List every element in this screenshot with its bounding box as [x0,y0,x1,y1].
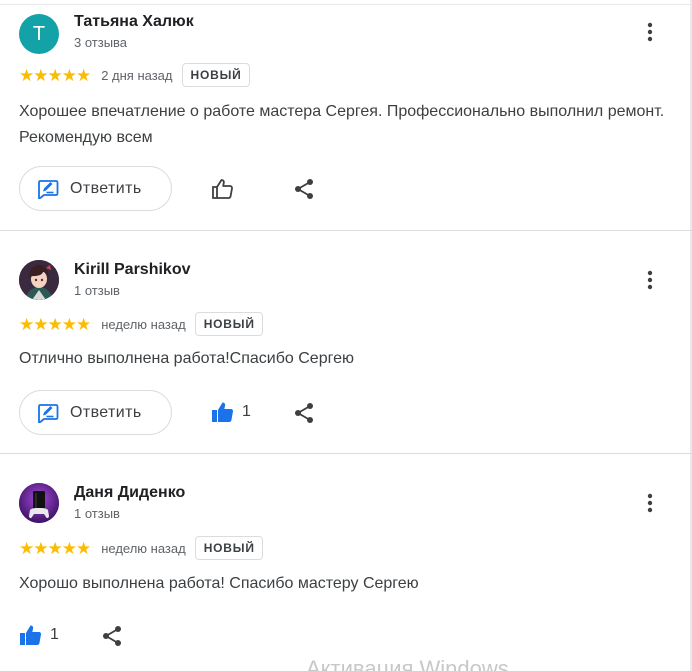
thumb-up-filled-icon [20,625,42,646]
rating-row: ★★★★★ неделю назад НОВЫЙ [19,535,263,561]
new-badge: НОВЫЙ [181,63,250,87]
reviewer-review-count: 1 отзыв [74,506,120,521]
review-date: 2 дня назад [101,67,173,83]
share-button[interactable] [292,401,316,425]
reply-label: Ответить [70,179,142,197]
review-card: Даня Диденко 1 отзыв ★★★★★ неделю назад … [0,454,692,671]
share-icon [295,179,313,199]
avatar[interactable]: Т [19,14,59,54]
share-icon [103,626,121,646]
reviews-page: Т Татьяна Халюк 3 отзыва ★★★★★ 2 дня наз… [0,0,692,671]
reviewer-review-count: 3 отзыва [74,35,128,50]
rating-row: ★★★★★ 2 дня назад НОВЫЙ [19,62,250,88]
avatar-letter: Т [32,22,46,45]
like-button[interactable]: 1 [211,398,251,426]
like-button[interactable] [211,175,242,203]
share-button[interactable] [292,177,316,201]
rating-row: ★★★★★ неделю назад НОВЫЙ [19,311,263,337]
thumb-up-outline-icon [212,179,233,199]
reply-label: Ответить [70,403,142,421]
review-card: Т Татьяна Халюк 3 отзыва ★★★★★ 2 дня наз… [0,0,692,230]
more-options-button[interactable] [638,20,662,44]
reply-button[interactable]: Ответить [19,390,172,435]
thumb-up-filled-icon [212,402,234,423]
reviewer-name[interactable]: Даня Диденко [74,484,185,502]
more-vert-icon [647,493,653,513]
star-rating: ★★★★★ [19,65,91,85]
more-options-button[interactable] [638,491,662,515]
review-date: неделю назад [101,540,186,556]
reply-icon [36,177,60,201]
share-button[interactable] [100,624,124,648]
review-card: Kirill Parshikov 1 отзыв ★★★★★ неделю на… [0,231,692,454]
anime-avatar-icon [19,260,59,300]
review-text: Хорошо выполнена работа! Спасибо мастеру… [19,575,419,592]
like-count: 1 [242,403,251,420]
like-count: 1 [50,626,59,643]
more-vert-icon [647,270,653,290]
new-badge: НОВЫЙ [194,536,263,560]
avatar[interactable] [19,483,59,523]
reviewer-name[interactable]: Kirill Parshikov [74,261,191,279]
activation-watermark: Активация Windows [306,656,509,671]
reply-button[interactable]: Ответить [19,166,172,211]
more-options-button[interactable] [638,268,662,292]
review-text: Отлично выполнена работа!Спасибо Сергею [19,350,354,367]
new-badge: НОВЫЙ [194,312,263,336]
reply-icon [36,401,60,425]
reviewer-review-count: 1 отзыв [74,283,120,298]
review-text: Хорошее впечатление о работе мастера Сер… [19,103,665,146]
star-rating: ★★★★★ [19,538,91,558]
console-avatar-icon [19,483,59,523]
avatar[interactable] [19,260,59,300]
more-vert-icon [647,22,653,42]
star-rating: ★★★★★ [19,314,91,334]
reviewer-name[interactable]: Татьяна Халюк [74,13,194,31]
like-button[interactable]: 1 [19,621,59,649]
review-date: неделю назад [101,316,186,332]
share-icon [295,403,313,423]
